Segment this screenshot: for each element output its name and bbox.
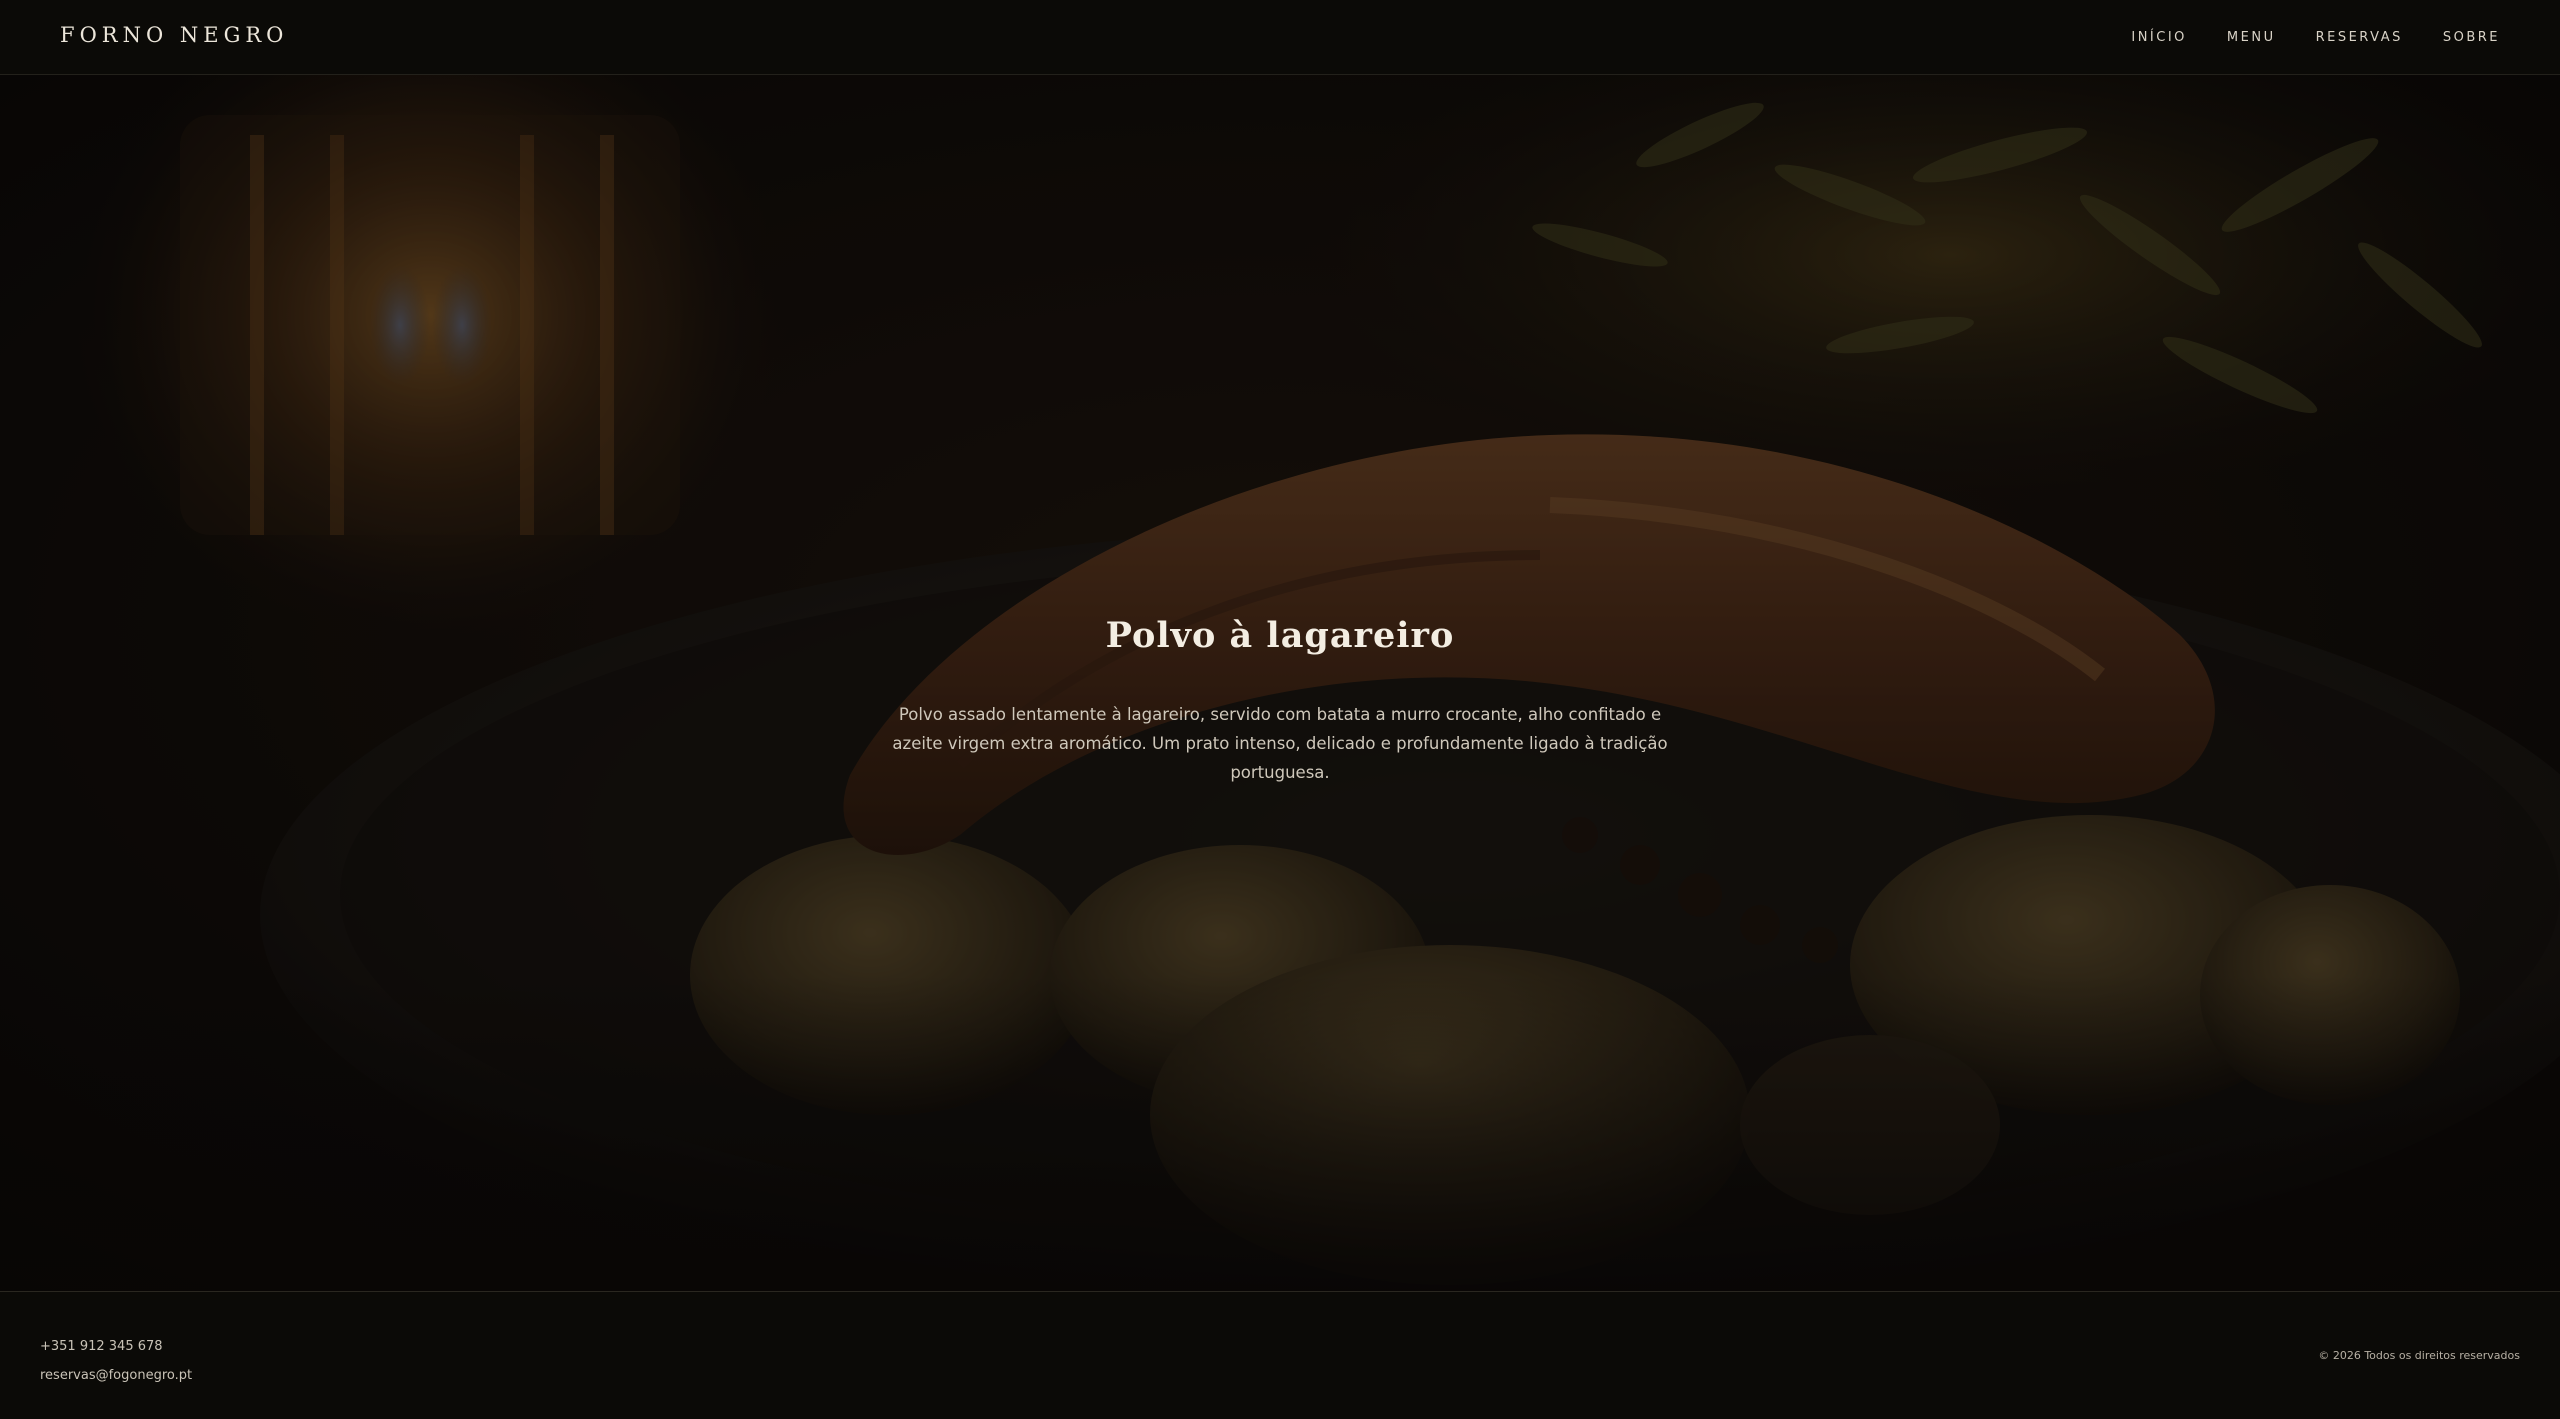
site-footer: +351 912 345 678 reservas@fogonegro.pt ©… <box>0 1291 2560 1419</box>
nav-link-menu[interactable]: MENU <box>2227 30 2276 45</box>
hero-content: Polvo à lagareiro Polvo assado lentament… <box>0 615 2560 787</box>
dish-title: Polvo à lagareiro <box>1105 615 1455 656</box>
site-header: FORNO NEGRO INÍCIO MENU RESERVAS SOBRE <box>0 0 2560 75</box>
nav-link-reservas[interactable]: RESERVAS <box>2316 30 2403 45</box>
nav-link-inicio[interactable]: INÍCIO <box>2131 30 2187 45</box>
dish-description: Polvo assado lentamente à lagareiro, ser… <box>892 705 1668 782</box>
email-address[interactable]: reservas@fogonegro.pt <box>40 1361 192 1390</box>
hero-section: Polvo à lagareiro Polvo assado lentament… <box>0 75 2560 1291</box>
nav-link-sobre[interactable]: SOBRE <box>2443 30 2500 45</box>
brand-logo[interactable]: FORNO NEGRO <box>60 23 288 47</box>
copyright-notice: © 2026 Todos os direitos reservados <box>2318 1349 2520 1362</box>
main-nav: INÍCIO MENU RESERVAS SOBRE <box>2131 30 2500 45</box>
contact-info: +351 912 345 678 reservas@fogonegro.pt <box>40 1332 192 1390</box>
phone-number[interactable]: +351 912 345 678 <box>40 1332 192 1361</box>
